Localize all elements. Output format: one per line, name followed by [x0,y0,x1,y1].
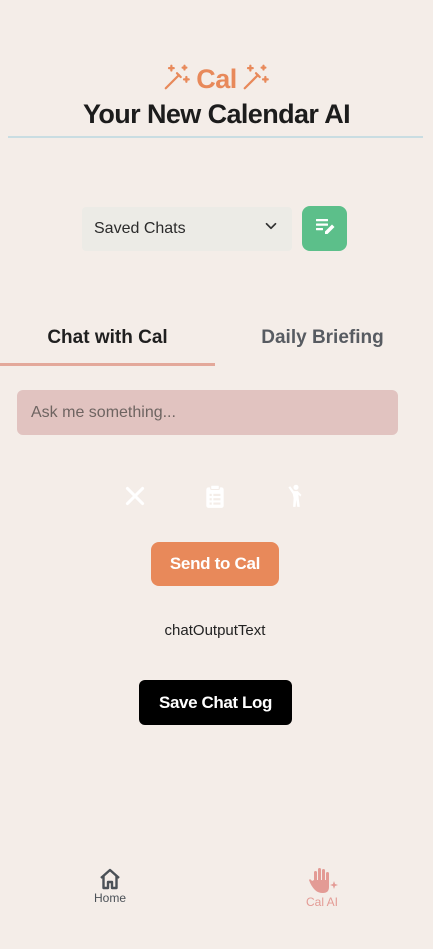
brand-name: Cal [196,64,237,94]
tab-daily-briefing[interactable]: Daily Briefing [215,322,430,366]
header-divider [8,136,423,138]
close-icon [122,483,148,514]
clipboard-list-icon [202,483,228,514]
greet-button[interactable] [281,483,311,513]
bottom-nav: Home Cal AI [0,867,433,909]
clear-button[interactable] [120,483,150,513]
ask-input[interactable] [17,390,398,435]
chat-output: chatOutputText [164,622,266,639]
sparkle-wand-icon [162,62,192,97]
nav-item-home[interactable]: Home [70,867,150,905]
nav-item-cal-ai[interactable]: Cal AI [282,867,362,909]
edit-note-icon [313,214,337,243]
clipboard-button[interactable] [200,483,230,513]
app-header: Cal Your New Calendar AI [0,62,433,130]
send-button[interactable]: Send to Cal [151,542,279,586]
saved-chats-row: Saved Chats [82,206,347,251]
saved-chats-selected: Saved Chats [94,219,186,237]
new-chat-button[interactable] [302,206,347,251]
save-chat-log-button[interactable]: Save Chat Log [139,680,292,725]
hand-sparkle-icon [282,867,362,895]
nav-label-home: Home [93,891,126,905]
tab-bar: Chat with Cal Daily Briefing [0,322,430,366]
tab-chat-with-cal[interactable]: Chat with Cal [0,322,215,366]
chevron-down-icon [262,217,280,240]
brand: Cal [0,62,433,97]
page-subtitle: Your New Calendar AI [82,99,351,129]
home-icon [70,867,150,891]
saved-chats-dropdown[interactable]: Saved Chats [82,206,292,251]
person-waving-icon [283,483,309,514]
nav-label-cal-ai: Cal AI [305,895,338,909]
sparkle-wand-icon [241,62,271,97]
